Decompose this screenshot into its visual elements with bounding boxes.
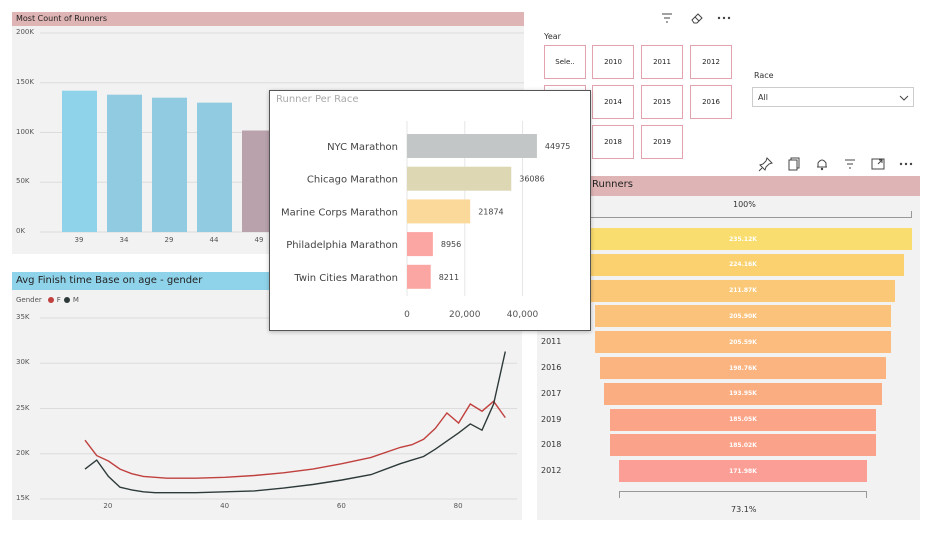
funnel-bottom-percent: 73.1% <box>731 505 757 514</box>
funnel-bar[interactable]: 235.12K <box>574 228 912 250</box>
funnel-title: Runners <box>592 179 633 190</box>
year-option-select[interactable]: Sele.. <box>544 45 586 79</box>
expand-icon[interactable] <box>870 156 886 172</box>
race-x-tick-label: 0 <box>404 310 410 320</box>
funnel-bar[interactable]: 211.87K <box>590 279 896 302</box>
filter-icon[interactable] <box>842 156 858 172</box>
year-option-2012[interactable]: 2012 <box>690 45 732 79</box>
more-icon[interactable] <box>898 156 914 172</box>
x-tick-label: 40 <box>220 502 230 510</box>
x-tick-label: 44 <box>209 236 219 244</box>
race-bar[interactable] <box>407 264 431 289</box>
race-bar-chart: NYC Marathon 44975 Chicago Marathon 36086 Ma… <box>281 121 570 320</box>
funnel-bar[interactable]: 171.98K <box>619 460 867 483</box>
bell-icon[interactable] <box>814 156 830 172</box>
race-bar[interactable] <box>407 232 433 257</box>
funnel-bottom-bracket <box>619 491 867 498</box>
race-slicer-label: Race <box>754 71 774 80</box>
funnel-category-label: 2011 <box>541 337 562 347</box>
x-tick-label: 60 <box>336 502 346 510</box>
race-category-label: Chicago Marathon <box>307 175 398 186</box>
year-option-2010[interactable]: 2010 <box>592 45 634 79</box>
funnel-bar[interactable]: 185.05K <box>609 408 876 431</box>
year-option-2011[interactable]: 2011 <box>641 45 683 79</box>
race-category-label: Marine Corps Marathon <box>281 207 398 218</box>
year-option-2014[interactable]: 2014 <box>592 85 634 119</box>
x-tick-label: 39 <box>74 236 84 244</box>
year-option-2019[interactable]: 2019 <box>641 125 683 159</box>
x-tick-label: 34 <box>119 236 129 244</box>
funnel-bar[interactable]: 193.95K <box>603 382 883 405</box>
bar[interactable] <box>62 90 97 233</box>
funnel-bar[interactable]: 185.02K <box>610 434 876 457</box>
race-data-label: 44975 <box>545 142 570 151</box>
funnel-category-label: 2012 <box>541 466 562 476</box>
x-tick-label: 49 <box>254 236 264 244</box>
race-category-label: Philadelphia Marathon <box>286 240 398 251</box>
funnel-category-label: 2017 <box>541 388 562 398</box>
race-dropdown[interactable]: All <box>752 87 914 107</box>
funnel-bar[interactable]: 205.90K <box>595 305 891 328</box>
funnel-top-bracket <box>574 211 912 218</box>
x-tick-label: 20 <box>103 502 113 510</box>
race-bar[interactable] <box>407 166 512 191</box>
pin-icon[interactable] <box>758 156 774 172</box>
more-icon[interactable] <box>716 10 732 26</box>
race-dropdown-value: All <box>758 93 768 102</box>
year-slicer-label: Year <box>544 32 561 41</box>
funnel-category-label: 2016 <box>541 363 562 372</box>
race-tooltip: Runner Per Race NYC Marathon 44975 Chicago… <box>269 90 591 331</box>
race-category-label: NYC Marathon <box>327 142 398 153</box>
copy-icon[interactable] <box>786 156 802 172</box>
funnel-category-label: 2019 <box>541 414 562 424</box>
x-tick-label: 29 <box>164 236 174 244</box>
year-option-2015[interactable]: 2015 <box>641 85 683 119</box>
race-data-label: 36086 <box>519 175 544 184</box>
eraser-icon[interactable] <box>689 10 705 26</box>
funnel-category-label: 2018 <box>541 440 562 450</box>
bar[interactable] <box>197 102 232 233</box>
year-option-2018[interactable]: 2018 <box>592 125 634 159</box>
funnel-top-percent: 100% <box>733 200 756 209</box>
year-option-2016[interactable]: 2016 <box>690 85 732 119</box>
race-category-label: Twin Cities Marathon <box>293 273 398 284</box>
race-data-label: 8211 <box>439 273 459 282</box>
race-x-tick-label: 20,000 <box>449 310 481 320</box>
funnel-bar[interactable]: 205.59K <box>595 331 891 354</box>
race-bar[interactable] <box>407 134 537 158</box>
bar[interactable] <box>152 97 187 232</box>
funnel-bar[interactable]: 198.76K <box>600 357 886 379</box>
filter-icon[interactable] <box>659 10 675 26</box>
race-data-label: 8956 <box>441 240 461 249</box>
bar[interactable] <box>107 94 142 232</box>
chevron-down-icon <box>899 95 909 101</box>
runners-chart-title: Most Count of Runners <box>12 12 524 26</box>
race-data-label: 21874 <box>478 207 503 216</box>
series-line-f[interactable] <box>84 400 506 479</box>
funnel-bar[interactable]: 224.16K <box>581 253 905 276</box>
race-x-tick-label: 40,000 <box>507 310 539 320</box>
x-tick-label: 80 <box>453 502 463 510</box>
race-bar[interactable] <box>407 199 471 224</box>
